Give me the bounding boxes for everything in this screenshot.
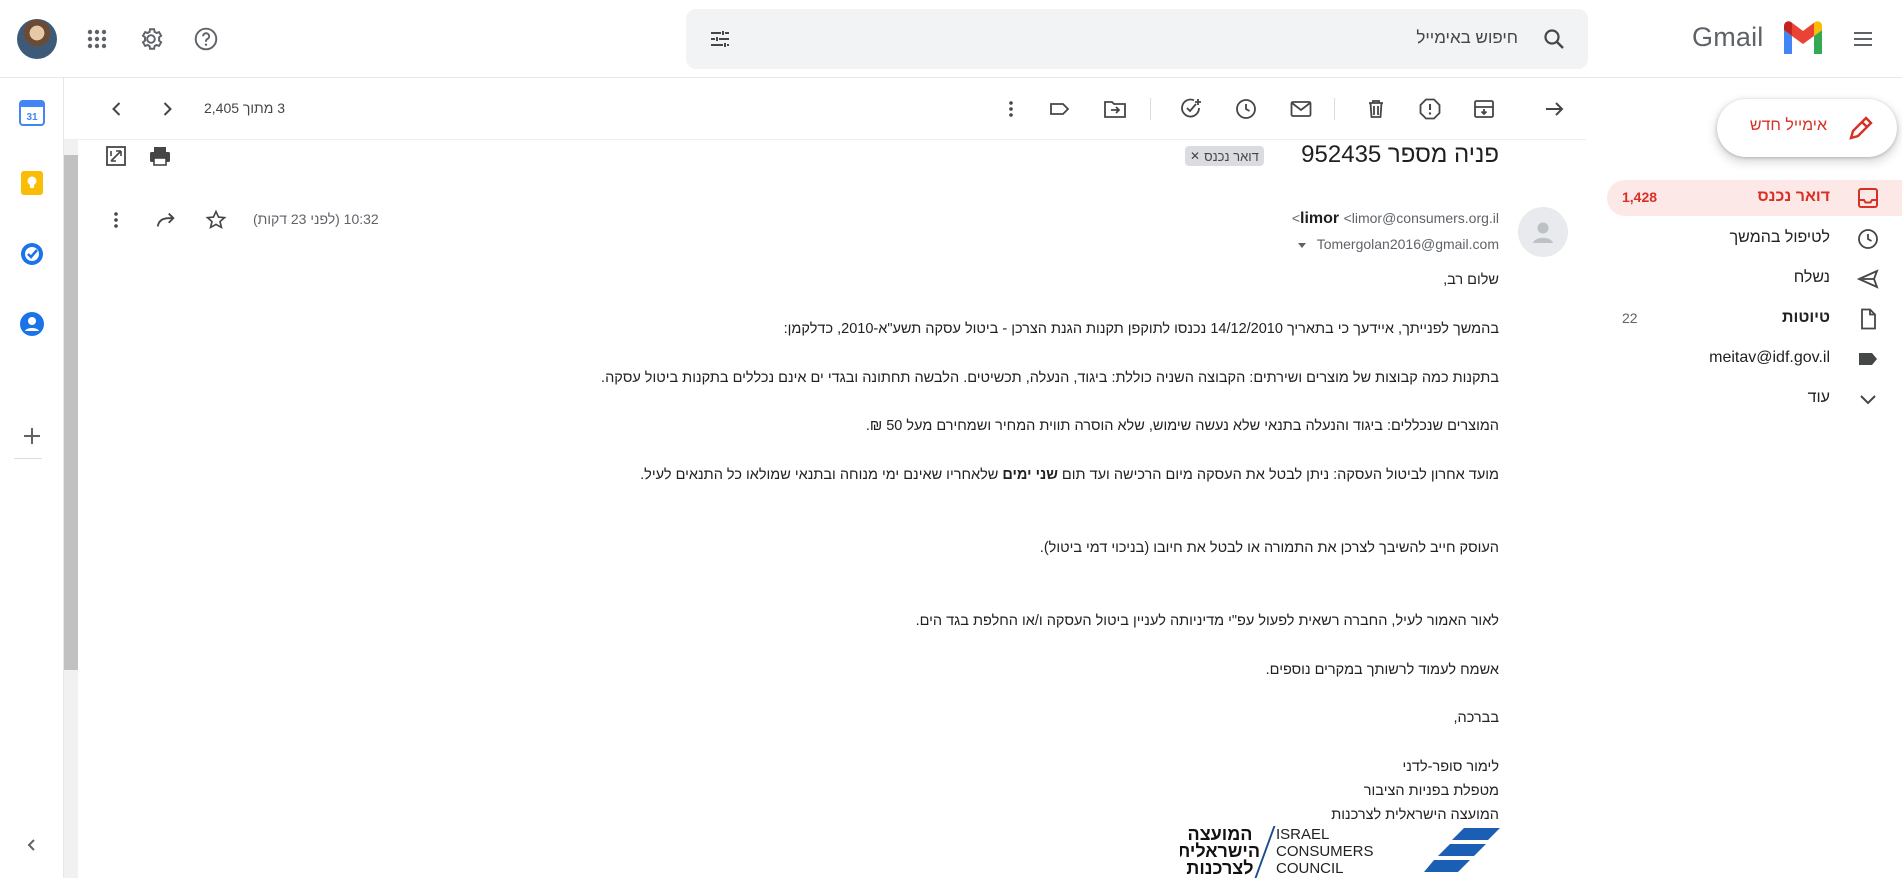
scrollbar-thumb[interactable]	[64, 155, 78, 670]
mark-unread-icon[interactable]	[1286, 94, 1316, 124]
rail-divider	[14, 458, 42, 459]
sidebar-item-label: עוד	[1807, 389, 1830, 406]
open-in-new-window-icon[interactable]	[103, 143, 129, 169]
add-icon[interactable]	[12, 416, 52, 456]
chevron-left-icon[interactable]	[102, 94, 132, 124]
compose-button[interactable]: אימייל חדש	[1717, 99, 1897, 157]
avatar[interactable]	[17, 19, 57, 59]
gear-icon[interactable]	[131, 19, 171, 59]
sidebar-item-sent[interactable]: נשלח	[1607, 261, 1902, 297]
sidebar-item-drafts[interactable]: טיוטות 22	[1607, 301, 1902, 337]
body-paragraph-4-end: שלאחריו שאינם ימי מנוחה ובתנאי שמולאו כל…	[640, 467, 1003, 483]
apps-grid-icon[interactable]	[77, 19, 117, 59]
label-icon	[1856, 347, 1880, 371]
body-greeting: שלום רב,	[1443, 272, 1499, 288]
side-apps-rail: 31	[0, 78, 64, 878]
chevron-down-icon	[1856, 387, 1880, 411]
back-arrow-icon[interactable]	[1539, 94, 1569, 124]
report-spam-icon[interactable]	[1415, 94, 1445, 124]
contacts-icon[interactable]	[12, 304, 52, 344]
recipient-line[interactable]: Tomergolan2016@gmail.com	[1297, 236, 1499, 253]
logo-english-line-3: COUNCIL	[1276, 860, 1344, 877]
sidebar-item-label: לטיפול בהמשך	[1729, 229, 1830, 246]
sender-line: limor <limor@consumers.org.il>	[1292, 210, 1499, 228]
svg-text:31: 31	[26, 112, 38, 123]
forward-icon[interactable]	[152, 206, 180, 234]
sidebar-item-snoozed[interactable]: לטיפול בהמשך	[1607, 221, 1902, 257]
more-vertical-icon[interactable]	[996, 94, 1026, 124]
search-input[interactable]: חיפוש באימייל	[1416, 28, 1518, 48]
logo-english-line-2: CONSUMERS	[1276, 843, 1374, 860]
pager-count: 3 מתוך 2,405	[204, 100, 286, 116]
signature-org: המועצה הישראלית לצרכנות	[1331, 807, 1499, 823]
move-to-icon[interactable]	[1100, 94, 1130, 124]
sidebar-item-count: 22	[1622, 310, 1638, 326]
archive-icon[interactable]	[1469, 94, 1499, 124]
body-paragraph-7: אשמח לעמוד לרשותך במקרים נוספים.	[1265, 662, 1499, 678]
sidebar-item-more[interactable]: עוד	[1607, 381, 1902, 417]
body-paragraph-1: בהמשך לפנייתך, איידעך כי בתאריך 14/12/20…	[783, 321, 1499, 337]
logo-english-line-1: ISRAEL	[1276, 826, 1330, 843]
compose-label: אימייל חדש	[1749, 117, 1827, 134]
email-subject: פניה מספר 952435	[1301, 141, 1499, 168]
body-paragraph-4-start: מועד אחרון לביטול העסקה: ניתן לבטל את הע…	[1057, 467, 1499, 483]
remove-label-icon[interactable]: ✕	[1190, 149, 1200, 163]
file-icon	[1856, 307, 1880, 331]
print-icon[interactable]	[147, 143, 173, 169]
recipient-email: Tomergolan2016@gmail.com	[1316, 236, 1499, 252]
message-time: 10:32 (לפני 23 דקות)	[253, 211, 379, 227]
signature-name: לימור סופר-לדני	[1402, 759, 1499, 775]
tasks-icon[interactable]	[12, 234, 52, 274]
logo-hebrew-line-3: לצרכנות	[1186, 858, 1254, 878]
sidebar-item-count: 1,428	[1622, 189, 1658, 205]
logo-emblem-icon	[1424, 828, 1500, 872]
clock-icon	[1856, 227, 1880, 251]
sidebar-item-inbox[interactable]: דואר נכנס 1,428	[1607, 180, 1902, 216]
search-bar[interactable]: חיפוש באימייל	[686, 9, 1588, 69]
calendar-icon[interactable]: 31	[12, 93, 52, 133]
main-menu-icon[interactable]	[1843, 19, 1883, 59]
sender-avatar[interactable]	[1518, 207, 1568, 257]
snooze-clock-icon[interactable]	[1231, 94, 1261, 124]
consumer-council-logo: המועצה הישראלית לצרכנות ISRAEL CONSUMERS…	[1180, 826, 1500, 878]
label-chip-text: דואר נכנס	[1204, 148, 1259, 164]
inbox-icon	[1856, 186, 1880, 210]
sender-name[interactable]: limor	[1300, 210, 1339, 227]
sidebar-item-label: טיוטות	[1782, 309, 1830, 326]
gmail-logo-icon[interactable]	[1781, 20, 1825, 59]
top-bar: חיפוש באימייל Gmail	[0, 0, 1902, 78]
chevron-right-icon[interactable]	[152, 94, 182, 124]
help-icon[interactable]	[186, 19, 226, 59]
pencil-icon	[1847, 114, 1875, 142]
body-paragraph-4-bold: שני ימים	[1002, 467, 1058, 483]
label-icon[interactable]	[1045, 94, 1075, 124]
search-filter-icon[interactable]	[708, 27, 732, 51]
message-more-icon[interactable]	[103, 206, 129, 234]
add-to-tasks-icon[interactable]	[1176, 94, 1206, 124]
message-toolbar: 3 מתוך 2,405	[64, 78, 1586, 140]
search-icon[interactable]	[1542, 27, 1566, 51]
sidebar-item-label: דואר נכנס	[1757, 188, 1830, 205]
trash-icon[interactable]	[1361, 94, 1391, 124]
body-paragraph-5: העוסק חייב להשיבך לצרכן את התמורה או לבט…	[1039, 540, 1499, 556]
keep-icon[interactable]	[12, 163, 52, 203]
send-icon	[1856, 267, 1880, 291]
sidebar-item-label: meitav@idf.gov.il	[1709, 349, 1830, 366]
sidebar-item-label: נשלח	[1793, 269, 1830, 286]
signature-role: מטפלת בפניות הציבור	[1363, 783, 1499, 799]
body-paragraph-2: בתקנות כמה קבוצות של מוצרים ושירתים: הקב…	[601, 370, 1499, 386]
body-paragraph-4: מועד אחרון לביטול העסקה: ניתן לבטל את הע…	[640, 467, 1499, 483]
body-closing: בברכה,	[1453, 710, 1500, 726]
label-chip[interactable]: דואר נכנס ✕	[1185, 146, 1264, 166]
recipient-details-icon[interactable]	[1297, 237, 1307, 253]
star-icon[interactable]	[202, 206, 230, 234]
body-paragraph-6: לאור האמור לעיל, החברה רשאית לפעול עפ"י …	[915, 613, 1499, 629]
sidebar-item-label-meitav[interactable]: meitav@idf.gov.il	[1607, 341, 1902, 377]
toolbar-divider	[1150, 98, 1151, 120]
gmail-logo-text: Gmail	[1692, 22, 1764, 52]
body-paragraph-3: המוצרים שנכללים: ביגוד והנעלה בתנאי שלא …	[865, 418, 1499, 434]
collapse-panel-icon[interactable]	[12, 825, 52, 865]
toolbar-divider	[1334, 98, 1335, 120]
